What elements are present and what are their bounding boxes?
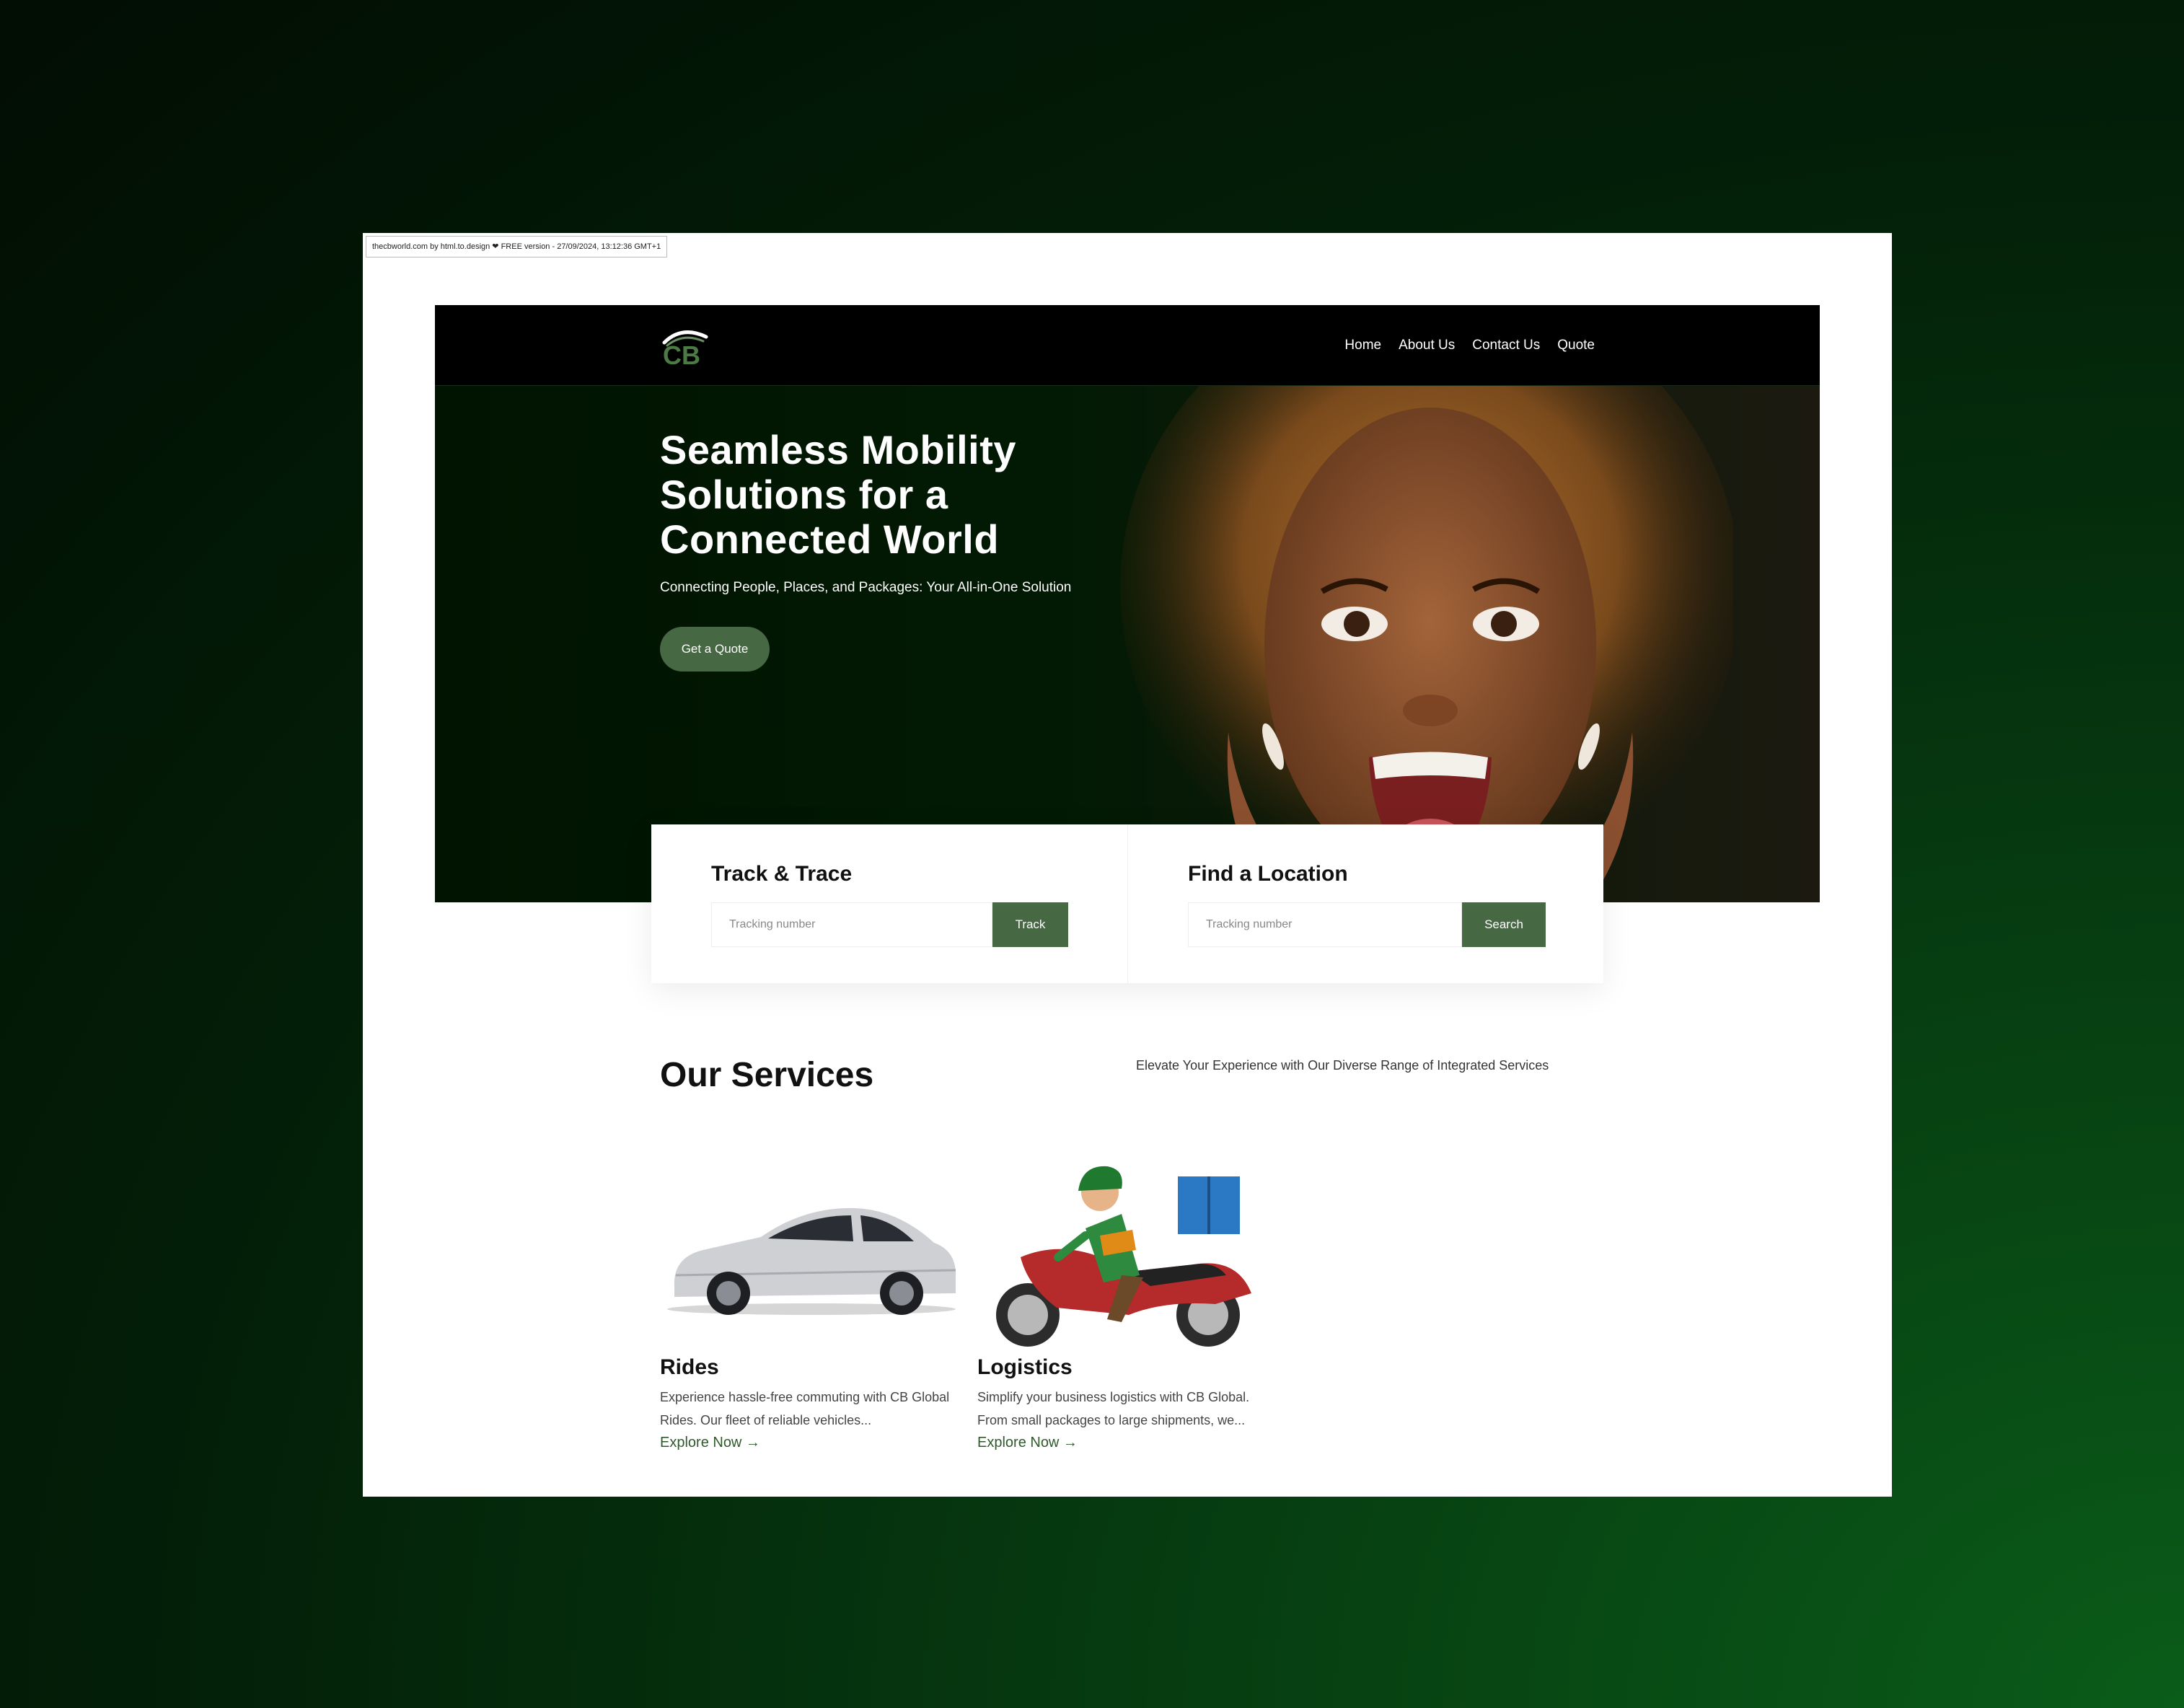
search-button[interactable]: Search: [1462, 902, 1546, 947]
hero-title-line-1: Seamless Mobility: [660, 427, 1017, 472]
service-card-title: Rides: [660, 1355, 719, 1379]
service-card-rides[interactable]: Rides Experience hassle-free commuting w…: [660, 1149, 963, 1451]
browser-capture-frame: thecbworld.com by html.to.design ❤ FREE …: [363, 233, 1892, 1497]
nav-link-quote[interactable]: Quote: [1557, 334, 1595, 357]
service-card-description: Simplify your business logistics with CB…: [977, 1390, 1250, 1427]
track-trace-title: Track & Trace: [711, 862, 853, 886]
track-trace-form: Track & Trace Track: [651, 824, 1127, 983]
nav-link-contact-us[interactable]: Contact Us: [1472, 334, 1540, 357]
delivery-motorbike-image: [992, 1166, 1251, 1351]
services-title: Our Services: [660, 1056, 874, 1094]
service-card-title: Logistics: [977, 1355, 1073, 1379]
website: CB Home About Us Contact Us Quote Seamle…: [435, 305, 1820, 1497]
nav-link-about-us[interactable]: About Us: [1399, 334, 1455, 357]
location-search-input[interactable]: [1188, 902, 1462, 947]
car-image: [667, 1207, 956, 1315]
track-button[interactable]: Track: [992, 902, 1068, 947]
services-subtitle: Elevate Your Experience with Our Diverse…: [1136, 1058, 1549, 1073]
hero-title-line-3: Connected World: [660, 516, 1000, 562]
tracking-number-input[interactable]: [711, 902, 992, 947]
svg-text:CB: CB: [663, 340, 700, 367]
nav-link-home[interactable]: Home: [1344, 334, 1381, 357]
hero-title-line-2: Solutions for a: [660, 472, 948, 517]
capture-badge: thecbworld.com by html.to.design ❤ FREE …: [366, 236, 668, 257]
hero-title: Seamless Mobility Solutions for a Connec…: [660, 428, 1150, 562]
cb-logo[interactable]: CB: [660, 327, 718, 367]
nav-links: Home About Us Contact Us Quote: [1344, 334, 1595, 357]
hero-subtitle: Connecting People, Places, and Packages:…: [660, 580, 1072, 595]
find-location-form: Find a Location Search: [1127, 824, 1603, 983]
service-card-description: Experience hassle-free commuting with CB…: [660, 1390, 950, 1427]
explore-rides-link[interactable]: Explore Now →: [660, 1435, 760, 1451]
top-navigation: CB Home About Us Contact Us Quote: [435, 305, 1820, 386]
find-location-title: Find a Location: [1188, 862, 1348, 886]
track-and-locate-panel: Track & Trace Track Find a Location Sear…: [651, 824, 1603, 983]
service-card-logistics[interactable]: Logistics Simplify your business logisti…: [977, 1149, 1280, 1451]
get-quote-button[interactable]: Get a Quote: [660, 627, 770, 672]
explore-logistics-link[interactable]: Explore Now →: [977, 1435, 1078, 1451]
